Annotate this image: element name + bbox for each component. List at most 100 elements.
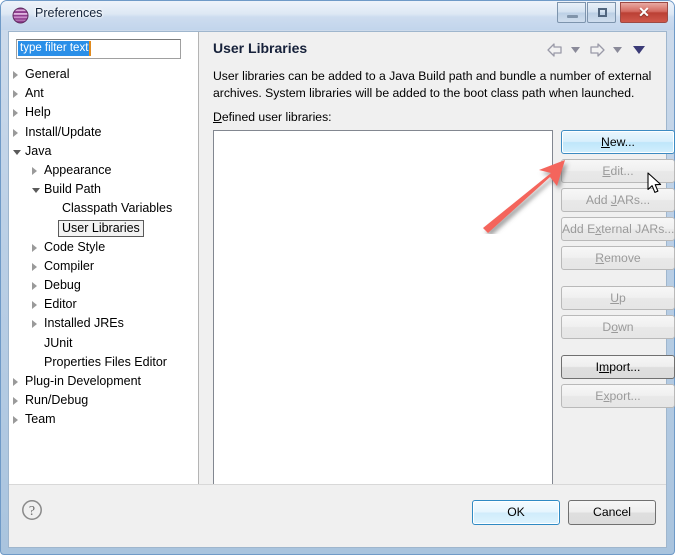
preferences-dialog-window: Preferences ✕ type filter text General An… bbox=[0, 0, 675, 555]
up-button: Up bbox=[561, 286, 675, 310]
edit-button: Edit... bbox=[561, 159, 675, 183]
filter-field-wrapper[interactable]: type filter text bbox=[16, 39, 181, 59]
back-dropdown-chevron-down-icon[interactable] bbox=[570, 46, 581, 54]
button-label-suffix: emove bbox=[604, 251, 641, 265]
button-label-prefix: Add bbox=[585, 193, 611, 207]
tree-collapsed-triangle-icon[interactable] bbox=[13, 378, 18, 386]
tree-collapsed-triangle-icon[interactable] bbox=[32, 320, 37, 329]
tree-expanded-triangle-icon[interactable] bbox=[32, 188, 40, 194]
tree-collapsed-triangle-icon[interactable] bbox=[32, 166, 37, 175]
tree-collapsed-triangle-icon[interactable] bbox=[13, 109, 18, 118]
button-label-accelerator: U bbox=[610, 291, 620, 305]
tree-collapsed-triangle-icon[interactable] bbox=[32, 301, 37, 310]
sidebar-item-compiler[interactable]: Compiler bbox=[9, 257, 198, 276]
sidebar-item-build-path[interactable]: Build Path bbox=[9, 180, 198, 199]
button-label-suffix: ew... bbox=[609, 135, 635, 149]
sidebar-item-label: Properties Files Editor bbox=[44, 354, 167, 369]
sidebar-item-label: Help bbox=[25, 105, 51, 120]
button-label-suffix: dit... bbox=[610, 164, 634, 178]
button-label-suffix: wn bbox=[618, 320, 634, 334]
export-button: Export... bbox=[561, 384, 675, 408]
maximize-button[interactable] bbox=[587, 2, 616, 23]
sidebar-item-label: Team bbox=[25, 412, 56, 427]
defined-user-libraries-label: Defined user libraries: bbox=[213, 110, 332, 124]
user-libraries-page: User Libraries User libraries can be add… bbox=[199, 32, 675, 491]
button-group-spacer bbox=[561, 344, 675, 355]
sidebar-item-install-update[interactable]: Install/Update bbox=[9, 123, 198, 142]
sidebar-item-label: Run/Debug bbox=[25, 393, 89, 408]
view-menu-chevron-down-icon[interactable] bbox=[632, 45, 646, 55]
button-label-suffix: port... bbox=[609, 360, 641, 374]
sidebar-item-label: General bbox=[25, 67, 70, 81]
back-arrow-icon[interactable] bbox=[546, 42, 564, 58]
button-label-accelerator: m bbox=[599, 360, 610, 374]
sidebar-item-appearance[interactable]: Appearance bbox=[9, 161, 198, 180]
sidebar-item-classpath-variables[interactable]: Classpath Variables bbox=[9, 199, 198, 218]
sidebar-item-label: Install/Update bbox=[25, 124, 102, 139]
button-label-suffix: ARs... bbox=[616, 193, 651, 207]
tree-collapsed-triangle-icon[interactable] bbox=[13, 90, 18, 99]
down-button: Down bbox=[561, 315, 675, 339]
button-label-accelerator: R bbox=[595, 251, 605, 265]
svg-text:?: ? bbox=[29, 504, 35, 519]
sidebar-item-properties-files-editor[interactable]: Properties Files Editor bbox=[9, 353, 198, 372]
sidebar-item-user-libraries[interactable]: User Libraries bbox=[9, 219, 198, 238]
button-label-suffix: port... bbox=[609, 389, 641, 403]
add-jars-button: Add JARs... bbox=[561, 188, 675, 212]
dialog-button-bar: ? OK Cancel bbox=[9, 484, 666, 547]
sidebar-item-team[interactable]: Team bbox=[9, 410, 198, 429]
tree-collapsed-triangle-icon[interactable] bbox=[13, 128, 18, 137]
button-label-suffix: p bbox=[619, 291, 626, 305]
window-title: Preferences bbox=[35, 6, 103, 20]
text-caret bbox=[89, 41, 91, 56]
ok-button[interactable]: OK bbox=[472, 500, 560, 525]
tree-collapsed-triangle-icon[interactable] bbox=[13, 71, 18, 79]
minimize-button[interactable] bbox=[557, 2, 586, 23]
sidebar-item-label: Editor bbox=[44, 297, 77, 312]
forward-dropdown-chevron-down-icon[interactable] bbox=[612, 46, 623, 54]
close-button[interactable]: ✕ bbox=[620, 2, 668, 23]
new-button[interactable]: New... bbox=[561, 130, 675, 154]
preferences-tree[interactable]: General Ant Help Install/Update Java Appearan… bbox=[9, 65, 198, 485]
button-label-accelerator: o bbox=[611, 320, 618, 334]
page-navigation-toolbar[interactable] bbox=[546, 40, 656, 60]
title-bar[interactable]: Preferences ✕ bbox=[1, 1, 674, 30]
tree-collapsed-triangle-icon[interactable] bbox=[32, 282, 37, 291]
sidebar-item-label: Build Path bbox=[44, 182, 101, 197]
tree-expanded-triangle-icon[interactable] bbox=[13, 149, 21, 155]
sidebar-item-junit[interactable]: JUnit bbox=[9, 334, 198, 353]
help-icon[interactable]: ? bbox=[21, 499, 43, 521]
tree-collapsed-triangle-icon[interactable] bbox=[32, 262, 37, 271]
sidebar-item-editor[interactable]: Editor bbox=[9, 295, 198, 314]
tree-collapsed-triangle-icon[interactable] bbox=[13, 416, 18, 425]
import-button[interactable]: Import... bbox=[561, 355, 675, 379]
button-label-accelerator: E bbox=[602, 164, 611, 178]
preferences-tree-panel: type filter text General Ant Help Install/U… bbox=[9, 32, 199, 485]
filter-input-value: type filter text bbox=[18, 41, 90, 56]
sidebar-item-label: Installed JREs bbox=[44, 316, 124, 331]
button-label-prefix: D bbox=[602, 320, 612, 334]
sidebar-item-java[interactable]: Java bbox=[9, 142, 198, 161]
sidebar-item-label: Compiler bbox=[44, 258, 95, 273]
sidebar-item-help[interactable]: Help bbox=[9, 103, 198, 122]
sidebar-item-label: Debug bbox=[44, 278, 81, 293]
sidebar-item-label: Appearance bbox=[44, 162, 112, 177]
tree-collapsed-triangle-icon[interactable] bbox=[32, 243, 37, 252]
sidebar-item-installed-jres[interactable]: Installed JREs bbox=[9, 314, 198, 333]
user-libraries-list[interactable] bbox=[213, 130, 553, 491]
sidebar-item-label: Code Style bbox=[44, 239, 106, 254]
sidebar-item-label: JUnit bbox=[44, 335, 73, 350]
sidebar-item-code-style[interactable]: Code Style bbox=[9, 238, 198, 257]
cancel-button[interactable]: Cancel bbox=[568, 500, 656, 525]
sidebar-item-label: Java bbox=[25, 143, 52, 158]
tree-collapsed-triangle-icon[interactable] bbox=[13, 397, 18, 406]
page-title: User Libraries bbox=[213, 40, 308, 56]
sidebar-item-run-debug[interactable]: Run/Debug bbox=[9, 391, 198, 410]
remove-button: Remove bbox=[561, 246, 675, 270]
sidebar-item-ant[interactable]: Ant bbox=[9, 84, 198, 103]
sidebar-item-general[interactable]: General bbox=[9, 65, 198, 84]
forward-arrow-icon[interactable] bbox=[588, 42, 606, 58]
sidebar-item-plug-in-development[interactable]: Plug-in Development bbox=[9, 372, 198, 391]
sidebar-item-label: Ant bbox=[25, 86, 44, 101]
sidebar-item-debug[interactable]: Debug bbox=[9, 276, 198, 295]
